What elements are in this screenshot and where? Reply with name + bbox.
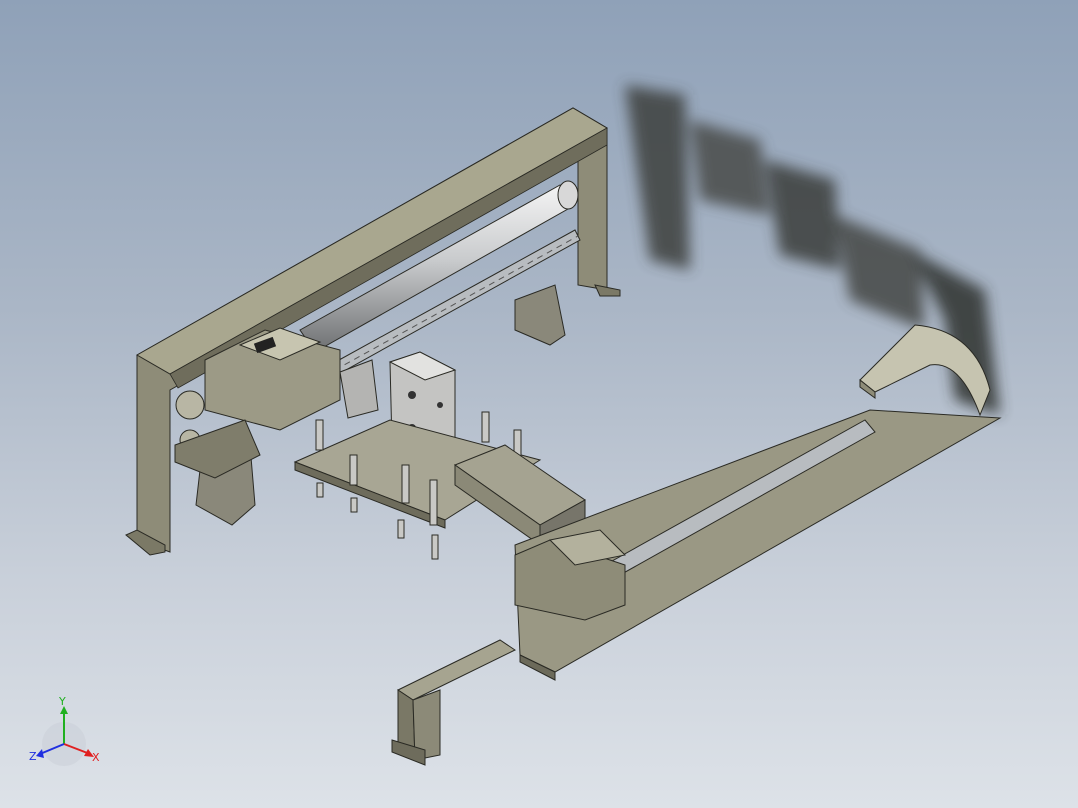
graphics-viewport[interactable]: Y X Z <box>0 0 1078 808</box>
y-axis-label: Y <box>59 695 66 708</box>
z-axis-label: Z <box>29 750 37 763</box>
x-axis-label: X <box>92 751 100 764</box>
cad-model-assembly[interactable] <box>0 0 1078 808</box>
bottom-bracket <box>391 639 517 766</box>
orientation-triad[interactable]: Y X Z <box>24 694 108 772</box>
